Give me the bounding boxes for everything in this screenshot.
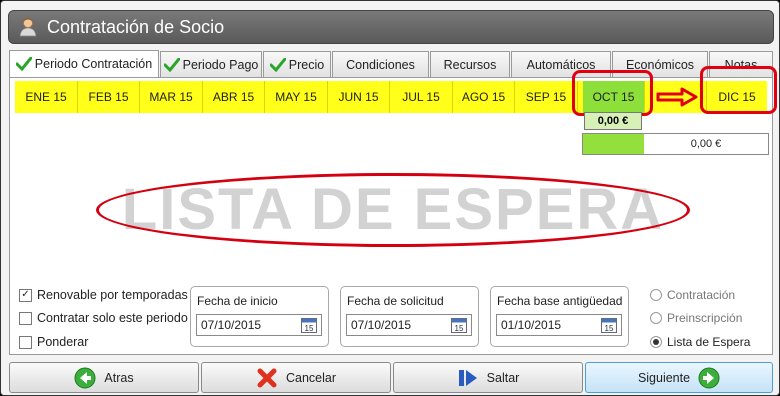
ponderar-label: Ponderar <box>37 335 89 349</box>
calendar-icon[interactable]: 15 <box>301 317 317 333</box>
check-icon <box>163 57 180 72</box>
radio-preinscripcion[interactable]: Preinscripción <box>650 311 742 325</box>
radio-label: Contratación <box>667 288 736 302</box>
month-cell[interactable]: SEP 15 <box>515 81 578 113</box>
fecha-antiguedad-input[interactable]: 01/10/2015 15 <box>496 314 622 336</box>
fecha-inicio-value: 07/10/2015 <box>201 318 262 332</box>
radio-lista-espera[interactable]: Lista de Espera <box>650 335 750 349</box>
button-bar: Atras Cancelar Saltar Siguiente <box>9 362 773 394</box>
user-avatar-icon <box>17 16 39 38</box>
tab-periodo-contratacion[interactable]: Periodo Contratación <box>9 50 159 77</box>
highlight-end-month <box>700 66 777 114</box>
radio-label: Preinscripción <box>667 311 743 325</box>
next-button[interactable]: Siguiente <box>585 362 773 393</box>
renovable-option[interactable]: ✓ Renovable por temporadas <box>19 288 188 302</box>
solo-periodo-checkbox[interactable] <box>19 311 32 325</box>
window-title: Contratación de Socio <box>47 16 225 37</box>
ponderar-checkbox[interactable] <box>19 335 32 349</box>
tab-label: Periodo Contratación <box>34 57 153 71</box>
calendar-icon[interactable]: 15 <box>601 317 617 333</box>
radio-button-selected[interactable] <box>650 336 662 348</box>
tab-periodo-pago[interactable]: Periodo Pago <box>160 51 262 77</box>
fecha-antiguedad-value: 01/10/2015 <box>501 318 562 332</box>
check-icon <box>15 57 32 71</box>
arrow-right-icon <box>698 367 720 389</box>
radio-button[interactable] <box>650 289 662 301</box>
back-button[interactable]: Atras <box>9 362 199 393</box>
skip-label: Saltar <box>486 370 520 385</box>
arrow-right-icon <box>656 87 698 107</box>
tab-recursos[interactable]: Recursos <box>430 51 510 77</box>
tab-label: Recursos <box>443 57 497 72</box>
tab-strip: Periodo Contratación Periodo Pago Precio… <box>9 50 773 77</box>
month-cell[interactable]: JUN 15 <box>328 81 390 113</box>
back-label: Atras <box>104 370 134 385</box>
fecha-inicio-input[interactable]: 07/10/2015 15 <box>196 314 322 336</box>
amount-fill <box>583 134 644 154</box>
tab-label: Precio <box>288 57 325 72</box>
ponderar-option[interactable]: Ponderar <box>19 335 88 349</box>
tab-label: Condiciones <box>346 57 415 72</box>
fecha-solicitud-label: Fecha de solicitud <box>347 294 444 308</box>
skip-button[interactable]: Saltar <box>393 362 583 393</box>
svg-text:15: 15 <box>605 324 614 333</box>
month-amount: 0,00 € <box>584 112 642 130</box>
next-label: Siguiente <box>637 370 691 385</box>
tab-condiciones[interactable]: Condiciones <box>332 51 429 77</box>
month-cell[interactable]: FEB 15 <box>78 81 140 113</box>
calendar-icon[interactable]: 15 <box>451 317 467 333</box>
month-cell[interactable]: MAR 15 <box>140 81 203 113</box>
total-amount: 0,00 € <box>690 138 722 150</box>
cancel-button[interactable]: Cancelar <box>201 362 391 393</box>
contract-window: Contratación de Socio Periodo Contrataci… <box>0 0 780 396</box>
tab-content-panel: ENE 15 FEB 15 MAR 15 ABR 15 MAY 15 JUN 1… <box>9 66 777 355</box>
fecha-solicitud-group: Fecha de solicitud 07/10/2015 15 <box>340 286 479 347</box>
svg-text:15: 15 <box>305 324 314 333</box>
radio-contratacion[interactable]: Contratación <box>650 288 735 302</box>
tab-precio[interactable]: Precio <box>263 51 331 77</box>
svg-text:15: 15 <box>455 324 464 333</box>
fecha-antiguedad-group: Fecha base antigüedad 01/10/2015 15 <box>490 286 629 347</box>
tab-label: Periodo Pago <box>182 57 259 72</box>
fecha-inicio-label: Fecha de inicio <box>197 294 278 308</box>
renovable-checkbox[interactable]: ✓ <box>19 288 32 302</box>
month-cell[interactable]: JUL 15 <box>390 81 453 113</box>
month-cell[interactable]: ABR 15 <box>203 81 265 113</box>
solo-periodo-label: Contratar solo este periodo <box>37 311 188 325</box>
close-icon <box>256 367 278 389</box>
month-cell[interactable]: AGO 15 <box>453 81 515 113</box>
fecha-solicitud-input[interactable]: 07/10/2015 15 <box>346 314 472 336</box>
check-icon <box>269 57 286 72</box>
arrow-left-icon <box>74 367 96 389</box>
radio-label: Lista de Espera <box>667 335 751 349</box>
total-amount-bar: 0,00 € <box>582 133 769 155</box>
month-cell[interactable]: MAY 15 <box>265 81 328 113</box>
title-bar: Contratación de Socio <box>8 10 774 44</box>
solo-periodo-option[interactable]: Contratar solo este periodo <box>19 311 188 325</box>
skip-forward-icon <box>457 367 479 389</box>
radio-button[interactable] <box>650 312 662 324</box>
fecha-antiguedad-label: Fecha base antigüedad <box>497 294 623 308</box>
highlight-current-month <box>572 70 653 116</box>
renovable-label: Renovable por temporadas <box>37 288 188 302</box>
cancel-label: Cancelar <box>285 370 337 385</box>
fecha-inicio-group: Fecha de inicio 07/10/2015 15 <box>190 286 329 347</box>
fecha-solicitud-value: 07/10/2015 <box>351 318 412 332</box>
waitlist-highlight <box>96 173 690 247</box>
month-cell[interactable]: ENE 15 <box>15 81 78 113</box>
